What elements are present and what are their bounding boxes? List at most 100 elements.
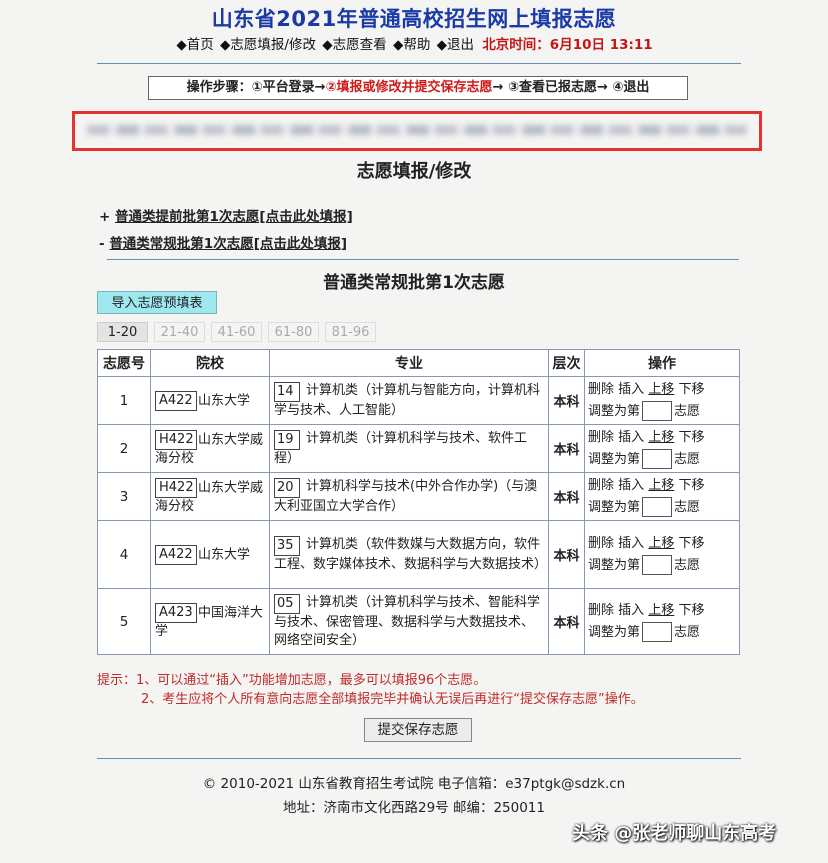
- range-tabs: 1-20 21-40 41-60 61-80 81-96: [97, 322, 382, 342]
- school-cell: H422 山东大学威海分校: [150, 424, 270, 473]
- submit-save-button[interactable]: 提交保存志愿: [364, 718, 472, 742]
- header-major: 专业: [269, 349, 549, 377]
- ops-cell: 删除 插入 上移 下移调整为第 志愿: [584, 424, 740, 473]
- major-name: 计算机类（计算机科学与技术、智能科学与技术、保密管理、数据科学与大数据技术、网络…: [274, 594, 541, 648]
- choice-number: 3: [97, 472, 151, 521]
- school-cell: A423 中国海洋大学: [150, 588, 270, 655]
- header-no: 志愿号: [97, 349, 151, 377]
- delete-link[interactable]: 删除: [588, 536, 614, 551]
- school-code-input[interactable]: A422: [155, 390, 197, 411]
- adjust-prefix: 调整为第: [588, 451, 641, 467]
- delete-link[interactable]: 删除: [588, 382, 614, 397]
- import-prefill-button[interactable]: 导入志愿预填表: [97, 291, 217, 314]
- delete-link[interactable]: 删除: [588, 430, 614, 445]
- batch-regular-sign: -: [99, 236, 105, 252]
- adjust-position-input[interactable]: [642, 622, 673, 642]
- top-nav: ◆首页 ◆志愿填报/修改 ◆志愿查看 ◆帮助 ◆退出 北京时间：6月10日 13…: [0, 33, 828, 53]
- adjust-suffix: 志愿: [674, 451, 701, 467]
- nav-help-link[interactable]: ◆帮助: [393, 37, 430, 53]
- major-cell: 05 计算机类（计算机科学与技术、智能科学与技术、保密管理、数据科学与大数据技术、…: [269, 588, 549, 655]
- adjust-prefix: 调整为第: [588, 624, 641, 640]
- table-row: 1 A422 山东大学 14 计算机类（计算机与智能方向，计算机科学与技术、人工智能）本…: [97, 376, 740, 425]
- header-school: 院校: [150, 349, 270, 377]
- adjust-prefix: 调整为第: [588, 403, 641, 419]
- school-code-input[interactable]: A422: [155, 544, 197, 565]
- table-row: 5 A423 中国海洋大学 05 计算机类（计算机科学与技术、智能科学与技术、保密管理、…: [97, 588, 740, 655]
- batch-title: 普通类常规批第1次志愿: [323, 273, 505, 293]
- insert-link[interactable]: 插入: [618, 382, 644, 397]
- choice-number: 2: [97, 424, 151, 473]
- move-down-link[interactable]: 下移: [678, 430, 704, 445]
- tab-61-80[interactable]: 61-80: [268, 322, 319, 342]
- ops-cell: 删除 插入 上移 下移 调整为第 志愿: [584, 520, 740, 589]
- level-cell: 本科: [548, 376, 585, 425]
- tab-41-60[interactable]: 41-60: [211, 322, 262, 342]
- school-code-input[interactable]: H422: [155, 429, 197, 450]
- table-row: 4 A422 山东大学 35 计算机类（软件数媒与大数据方向，软件工程、数字媒体技术、数…: [97, 520, 740, 589]
- tab-81-96[interactable]: 81-96: [325, 322, 376, 342]
- delete-link[interactable]: 删除: [588, 603, 614, 618]
- footer-address: 地址：济南市文化西路29号 邮编：250011: [282, 800, 545, 816]
- ops-actions: 删除 插入 上移 下移: [588, 475, 738, 497]
- move-down-link[interactable]: 下移: [678, 536, 704, 551]
- major-code-input[interactable]: 05: [274, 593, 300, 614]
- adjust-position-input[interactable]: [642, 449, 673, 469]
- major-name: 计算机科学与技术(中外合作办学)（与澳大利亚国立大学合作）: [274, 478, 538, 514]
- tab-1-20[interactable]: 1-20: [97, 322, 148, 342]
- page-title: 山东省2021年普通高校招生网上填报志愿: [211, 7, 617, 31]
- adjust-suffix: 志愿: [674, 499, 701, 515]
- batch-early-link[interactable]: 普通类提前批第1次志愿[点击此处填报]: [115, 209, 353, 225]
- nav-fill-link[interactable]: ◆志愿填报/修改: [220, 37, 316, 53]
- batch-divider: [107, 259, 739, 260]
- school-cell: A422 山东大学: [150, 520, 270, 589]
- adjust-position-input[interactable]: [642, 555, 673, 575]
- choice-number: 1: [97, 376, 151, 425]
- batch-early-sign: +: [99, 209, 111, 225]
- major-code-input[interactable]: 19: [274, 429, 300, 450]
- school-code-input[interactable]: H422: [155, 477, 197, 498]
- nav-home-link[interactable]: ◆首页: [176, 37, 213, 53]
- major-cell: 14 计算机类（计算机与智能方向，计算机科学与技术、人工智能）: [269, 376, 549, 425]
- adjust-position-input[interactable]: [642, 497, 673, 517]
- insert-link[interactable]: 插入: [618, 603, 644, 618]
- header-divider: [97, 63, 741, 64]
- ops-actions: 删除 插入 上移 下移: [588, 600, 738, 622]
- move-up-link[interactable]: 上移: [648, 382, 674, 397]
- nav-view-link[interactable]: ◆志愿查看: [322, 37, 386, 53]
- move-up-link[interactable]: 上移: [648, 536, 674, 551]
- move-down-link[interactable]: 下移: [678, 382, 704, 397]
- steps-bar: 操作步骤：①平台登录→②填报或修改并提交保存志愿→ ③查看已报志愿→ ④退出: [148, 76, 688, 100]
- ops-adjust: 调整为第 志愿: [588, 622, 738, 644]
- move-down-link[interactable]: 下移: [678, 603, 704, 618]
- insert-link[interactable]: 插入: [618, 536, 644, 551]
- major-code-input[interactable]: 14: [274, 381, 300, 402]
- major-code-input[interactable]: 20: [274, 477, 300, 498]
- adjust-suffix: 志愿: [674, 624, 701, 640]
- delete-link[interactable]: 删除: [588, 478, 614, 493]
- adjust-position-input[interactable]: [642, 401, 673, 421]
- major-code-input[interactable]: 35: [274, 535, 300, 556]
- school-code-input[interactable]: A423: [155, 602, 197, 623]
- batch-regular-link[interactable]: 普通类常规批第1次志愿[点击此处填报]: [109, 236, 347, 252]
- hint-line-1: 提示：1、可以通过“插入”功能增加志愿，最多可以填报96个志愿。: [97, 673, 487, 688]
- adjust-suffix: 志愿: [674, 557, 701, 573]
- ops-adjust: 调整为第 志愿: [588, 449, 738, 471]
- major-name: 计算机类（软件数媒与大数据方向，软件工程、数字媒体技术、数据科学与大数据技术）: [274, 536, 548, 572]
- major-name: 计算机类（计算机科学与技术、软件工程）: [274, 430, 528, 466]
- insert-link[interactable]: 插入: [618, 430, 644, 445]
- nav-logout-link[interactable]: ◆退出: [437, 37, 474, 53]
- ops-cell: 删除 插入 上移 下移调整为第 志愿: [584, 588, 740, 655]
- insert-link[interactable]: 插入: [618, 478, 644, 493]
- move-up-link[interactable]: 上移: [648, 603, 674, 618]
- watermark: 头条 @张老师聊山东高考: [572, 823, 777, 844]
- move-down-link[interactable]: 下移: [678, 478, 704, 493]
- table-row: 2 H422 山东大学威海分校 19 计算机类（计算机科学与技术、软件工程） 本科 删除 插…: [97, 424, 740, 473]
- tab-21-40[interactable]: 21-40: [154, 322, 205, 342]
- section-title: 志愿填报/修改: [356, 161, 472, 182]
- move-up-link[interactable]: 上移: [648, 430, 674, 445]
- move-up-link[interactable]: 上移: [648, 478, 674, 493]
- choice-number: 5: [97, 588, 151, 655]
- batch-regular: - 普通类常规批第1次志愿[点击此处填报]: [99, 232, 347, 252]
- step-2-current: ②填报或修改并提交保存志愿: [325, 80, 493, 95]
- ops-cell: 删除 插入 上移 下移 调整为第 志愿: [584, 472, 740, 521]
